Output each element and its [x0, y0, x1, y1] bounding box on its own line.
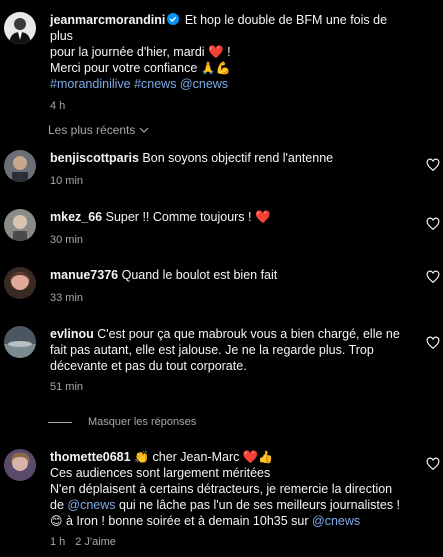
comment-text-line3: N'en déplaisent à certains détracteurs, … — [50, 482, 393, 496]
comment-body: thomette0681 👏 cher Jean-Marc ❤️👍 Ces au… — [50, 449, 420, 550]
avatar[interactable] — [4, 12, 36, 44]
comment-text-line4-suffix: qui ne lâche pas l'un de ses meilleurs j… — [119, 498, 401, 512]
comment-body: evlinou C'est pour ça que mabrouk vous a… — [50, 326, 420, 395]
comments-panel: jeanmarcmorandini Et hop le double de BF… — [0, 0, 443, 557]
comment-time: 30 min — [50, 234, 84, 246]
comment-username[interactable]: thomette0681 — [50, 450, 131, 464]
chevron-down-icon — [139, 127, 149, 133]
avatar[interactable] — [4, 449, 36, 481]
avatar[interactable] — [4, 326, 36, 358]
post-text-line2: pour la journée d'hier, mardi — [50, 45, 205, 59]
comment-username[interactable]: manue7376 — [50, 268, 118, 282]
comment-time: 1 h — [50, 536, 66, 548]
sort-dropdown[interactable]: Les plus récents — [48, 122, 149, 138]
heart-emoji-icon: ❤️ — [255, 210, 271, 224]
avatar[interactable] — [4, 150, 36, 182]
hide-replies-button[interactable]: Masquer les réponses — [48, 414, 196, 430]
comment-text: Quand le boulot est bien fait — [121, 268, 278, 282]
verified-badge-icon — [167, 13, 180, 25]
like-heart-icon[interactable] — [426, 270, 440, 284]
comment-text-line5-prefix: à Iron ! bonne soirée et à demain 10h35 … — [66, 514, 309, 528]
profile-picture-icon — [4, 449, 36, 481]
profile-picture-icon — [4, 12, 36, 44]
profile-picture-icon — [4, 209, 36, 241]
praying-hands-emoji-icon: 🙏💪 — [200, 61, 231, 75]
hide-replies-label: Masquer les réponses — [88, 416, 197, 428]
mention-link[interactable]: @cnews — [67, 498, 115, 512]
comment-text: Bon soyons objectif rend l'antenne — [142, 151, 334, 165]
comment-item: mkez_66 Super !! Comme toujours ! ❤️ 30 … — [4, 209, 440, 248]
comment-text-line2: Ces audiences sont largement méritées — [50, 466, 271, 480]
comment-time: 33 min — [50, 292, 84, 304]
comment-body: mkez_66 Super !! Comme toujours ! ❤️ 30 … — [50, 209, 420, 248]
comment-text-line2: fait pas autant, elle est jalouse. Je ne… — [50, 343, 374, 357]
heart-emoji-icon: ❤️ — [242, 450, 259, 464]
post-caption: jeanmarcmorandini Et hop le double de BF… — [4, 12, 434, 114]
comment-body: manue7376 Quand le boulot est bien fait … — [50, 267, 420, 306]
smiling-face-emoji-icon: 😊 — [50, 514, 63, 528]
mention-link[interactable]: @cnews — [312, 514, 360, 528]
post-time: 4 h — [50, 100, 66, 112]
post-hashtags[interactable]: #morandinilive #cnews @cnews — [50, 76, 410, 92]
profile-picture-icon — [4, 150, 36, 182]
avatar[interactable] — [4, 267, 36, 299]
comment-username[interactable]: evlinou — [50, 327, 94, 341]
like-heart-icon[interactable] — [426, 457, 440, 471]
post-text-line2-suffix: ! — [227, 45, 231, 59]
post-body: jeanmarcmorandini Et hop le double de BF… — [50, 12, 410, 114]
like-heart-icon[interactable] — [426, 336, 440, 350]
sort-label: Les plus récents — [48, 123, 136, 137]
comment-item: manue7376 Quand le boulot est bien fait … — [4, 267, 440, 306]
comment-text-line3: décevante et pas du tout corporate. — [50, 359, 247, 373]
profile-picture-icon — [4, 267, 36, 299]
avatar[interactable] — [4, 209, 36, 241]
thumbs-up-emoji-icon: 👍 — [258, 450, 274, 464]
like-heart-icon[interactable] — [426, 217, 440, 231]
like-heart-icon[interactable] — [426, 158, 440, 172]
clapping-hands-emoji-icon: 👏 — [134, 450, 150, 464]
divider — [48, 421, 72, 423]
heart-emoji-icon: ❤️ — [208, 45, 224, 59]
comment-username[interactable]: mkez_66 — [50, 210, 102, 224]
comment-username[interactable]: benjiscottparis — [50, 151, 139, 165]
comment-item: thomette0681 👏 cher Jean-Marc ❤️👍 Ces au… — [4, 449, 440, 550]
comment-item: evlinou C'est pour ça que mabrouk vous a… — [4, 326, 440, 395]
comment-text-line4-prefix: de — [50, 498, 64, 512]
comment-time: 51 min — [50, 381, 84, 393]
comment-item: benjiscottparis Bon soyons objectif rend… — [4, 150, 440, 189]
comment-text: Super !! Comme toujours ! — [105, 210, 252, 224]
post-text-line3: Merci pour votre confiance — [50, 61, 198, 75]
comment-time: 10 min — [50, 175, 84, 187]
comment-likes[interactable]: 2 J'aime — [75, 534, 116, 550]
profile-picture-icon — [4, 326, 36, 358]
post-username[interactable]: jeanmarcmorandini — [50, 13, 165, 27]
comment-body: benjiscottparis Bon soyons objectif rend… — [50, 150, 420, 189]
comment-text-line1: C'est pour ça que mabrouk vous a bien ch… — [97, 327, 400, 341]
comment-text-line1: cher Jean-Marc — [152, 450, 240, 464]
